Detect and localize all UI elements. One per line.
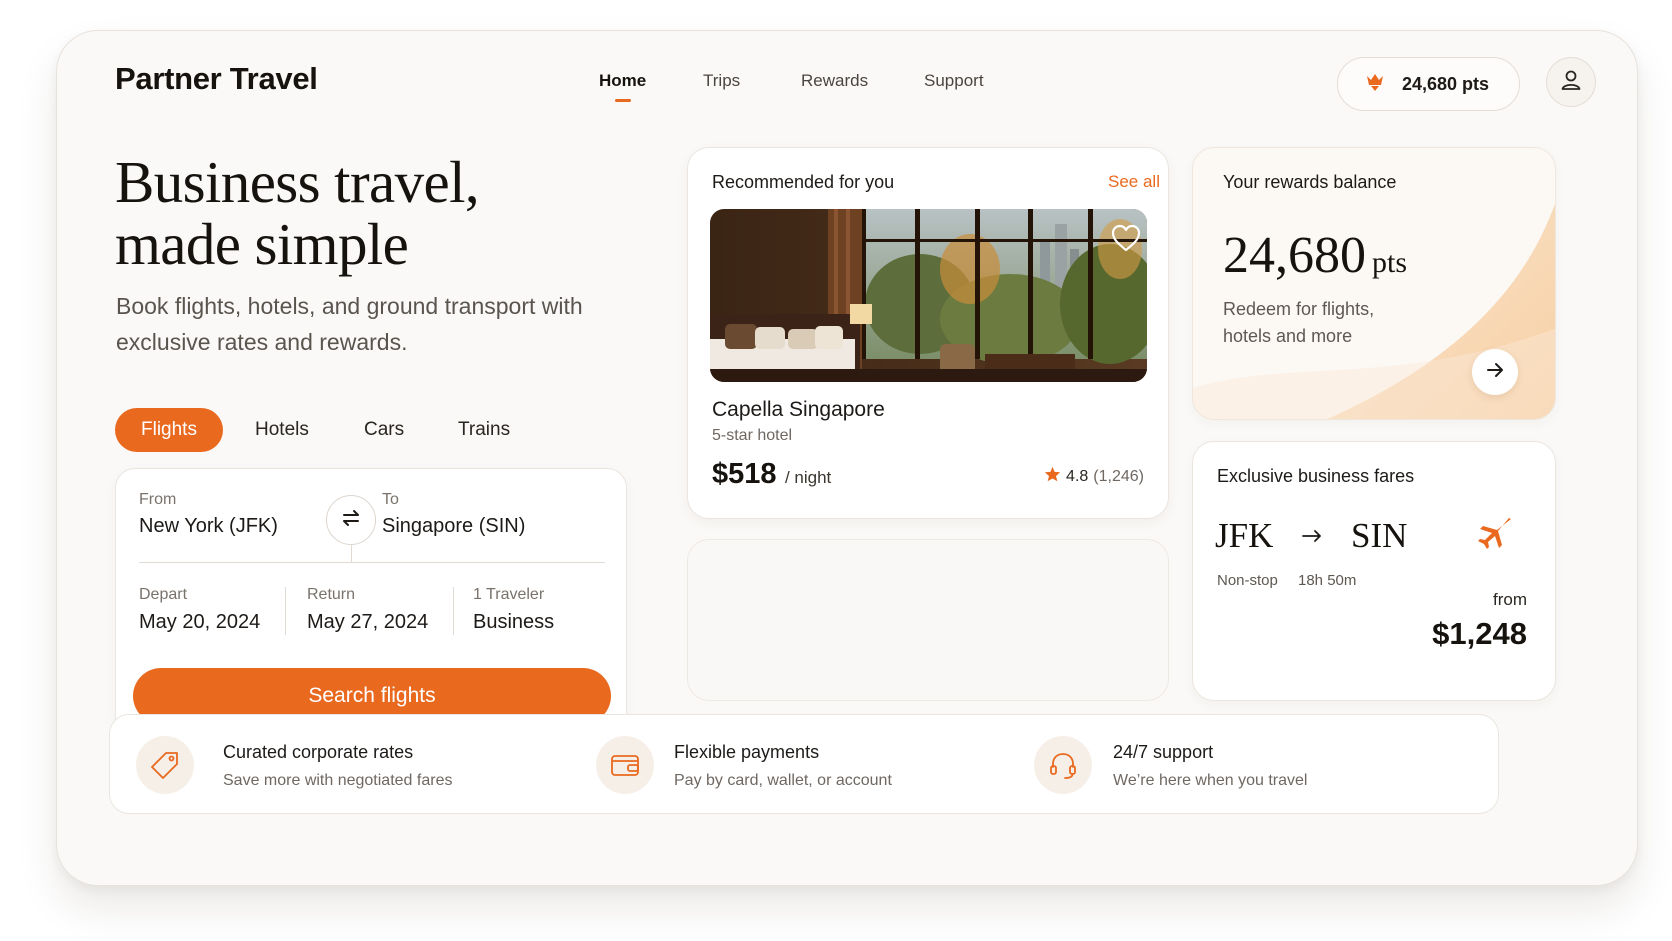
hero-title: Business travel, made simple bbox=[115, 149, 480, 277]
points-balance-button[interactable]: 24,680 pts bbox=[1337, 57, 1520, 111]
favorite-heart-icon[interactable] bbox=[1110, 223, 1142, 258]
features-bar: Curated corporate rates Save more with n… bbox=[109, 714, 1499, 814]
divider bbox=[285, 587, 286, 635]
rewards-arrow-button[interactable] bbox=[1472, 349, 1518, 395]
recommended-card: Recommended for you See all Capella Sing… bbox=[687, 147, 1169, 519]
price-tag-icon bbox=[136, 736, 194, 794]
price-amount: $518 bbox=[712, 458, 777, 490]
see-all-link[interactable]: See all bbox=[1108, 172, 1160, 192]
nav-home[interactable]: Home bbox=[599, 71, 646, 91]
feature-subtitle: Pay by card, wallet, or account bbox=[674, 772, 892, 789]
hotel-name[interactable]: Capella Singapore bbox=[712, 398, 885, 422]
points-label: 24,680 pts bbox=[1402, 73, 1490, 94]
hotel-image[interactable] bbox=[710, 209, 1147, 382]
tab-flights[interactable]: Flights bbox=[115, 408, 223, 452]
tab-hotels[interactable]: Hotels bbox=[255, 408, 309, 452]
rewards-points-value: 24,680 bbox=[1223, 227, 1366, 284]
swap-button[interactable] bbox=[326, 495, 376, 545]
app-window: Partner Travel Home Trips Rewards Suppor… bbox=[56, 30, 1638, 886]
user-icon bbox=[1559, 68, 1583, 97]
rating-value: 4.8 bbox=[1066, 467, 1089, 485]
placeholder-card bbox=[687, 539, 1169, 701]
rewards-subtitle: Redeem for flights, hotels and more bbox=[1223, 299, 1375, 346]
divider bbox=[351, 545, 352, 562]
rewards-title: Your rewards balance bbox=[1223, 172, 1397, 192]
arrow-right-icon bbox=[1301, 528, 1323, 549]
price-unit: / night bbox=[784, 468, 832, 487]
rewards-points: 24,680 pts bbox=[1223, 226, 1407, 285]
travelers-label: 1 Traveler bbox=[473, 586, 545, 603]
feature-title: Flexible payments bbox=[674, 742, 820, 762]
swap-arrows-icon bbox=[340, 507, 362, 534]
airplane-icon bbox=[1477, 516, 1513, 555]
headset-icon bbox=[1034, 736, 1092, 794]
nav-rewards[interactable]: Rewards bbox=[801, 71, 868, 91]
business-fares-card[interactable]: Exclusive business fares JFK SIN Non-sto… bbox=[1192, 441, 1556, 701]
return-label: Return bbox=[307, 586, 356, 603]
to-label: To bbox=[382, 491, 399, 508]
cabin-class-field[interactable]: Business bbox=[473, 611, 554, 634]
depart-label: Depart bbox=[139, 586, 188, 603]
hero-title-line2: made simple bbox=[115, 211, 409, 277]
brand-logo[interactable]: Partner Travel bbox=[115, 61, 318, 97]
feature-title: Curated corporate rates bbox=[223, 742, 414, 762]
hotel-type: 5-star hotel bbox=[712, 427, 793, 444]
review-count: (1,246) bbox=[1093, 467, 1144, 485]
rewards-balance-card: Your rewards balance 24,680 pts Redeem fo… bbox=[1192, 147, 1556, 420]
return-date-field[interactable]: May 27, 2024 bbox=[307, 611, 428, 634]
flight-search-form: From New York (JFK) To Singapore (SIN) D… bbox=[115, 468, 627, 736]
from-label: from bbox=[1493, 590, 1527, 609]
wallet-icon bbox=[596, 736, 654, 794]
to-field[interactable]: Singapore (SIN) bbox=[382, 515, 525, 538]
rewards-crown-icon bbox=[1364, 71, 1386, 98]
nav-trips[interactable]: Trips bbox=[703, 71, 740, 91]
tab-cars[interactable]: Cars bbox=[364, 408, 404, 452]
fares-title: Exclusive business fares bbox=[1217, 466, 1415, 486]
arrow-right-icon bbox=[1485, 360, 1505, 385]
divider bbox=[453, 587, 454, 635]
star-icon bbox=[1044, 466, 1061, 487]
duration-label: 18h 50m bbox=[1298, 572, 1357, 589]
feature-subtitle: We’re here when you travel bbox=[1113, 772, 1308, 789]
destination-code: SIN bbox=[1351, 516, 1408, 555]
hotel-rating: 4.8 (1,246) bbox=[1044, 466, 1144, 487]
depart-date-field[interactable]: May 20, 2024 bbox=[139, 611, 260, 634]
origin-code: JFK bbox=[1215, 516, 1274, 555]
from-label: From bbox=[139, 491, 177, 508]
tab-trains[interactable]: Trains bbox=[458, 408, 510, 452]
hero-subtitle: Book flights, hotels, and ground transpo… bbox=[116, 293, 583, 355]
from-field[interactable]: New York (JFK) bbox=[139, 515, 278, 538]
hero-title-line1: Business travel, bbox=[115, 149, 480, 215]
feature-title: 24/7 support bbox=[1113, 742, 1214, 762]
hotel-price: $518 / night bbox=[712, 458, 831, 491]
profile-button[interactable] bbox=[1546, 57, 1596, 107]
divider bbox=[139, 562, 605, 563]
nav-support[interactable]: Support bbox=[924, 71, 984, 91]
feature-subtitle: Save more with negotiated fares bbox=[223, 772, 453, 789]
nav-active-indicator bbox=[615, 99, 631, 102]
rewards-points-unit: pts bbox=[1372, 246, 1408, 279]
recommended-title: Recommended for you bbox=[712, 172, 895, 192]
stops-label: Non-stop bbox=[1217, 572, 1278, 589]
fare-price: $1,248 bbox=[1432, 616, 1527, 651]
